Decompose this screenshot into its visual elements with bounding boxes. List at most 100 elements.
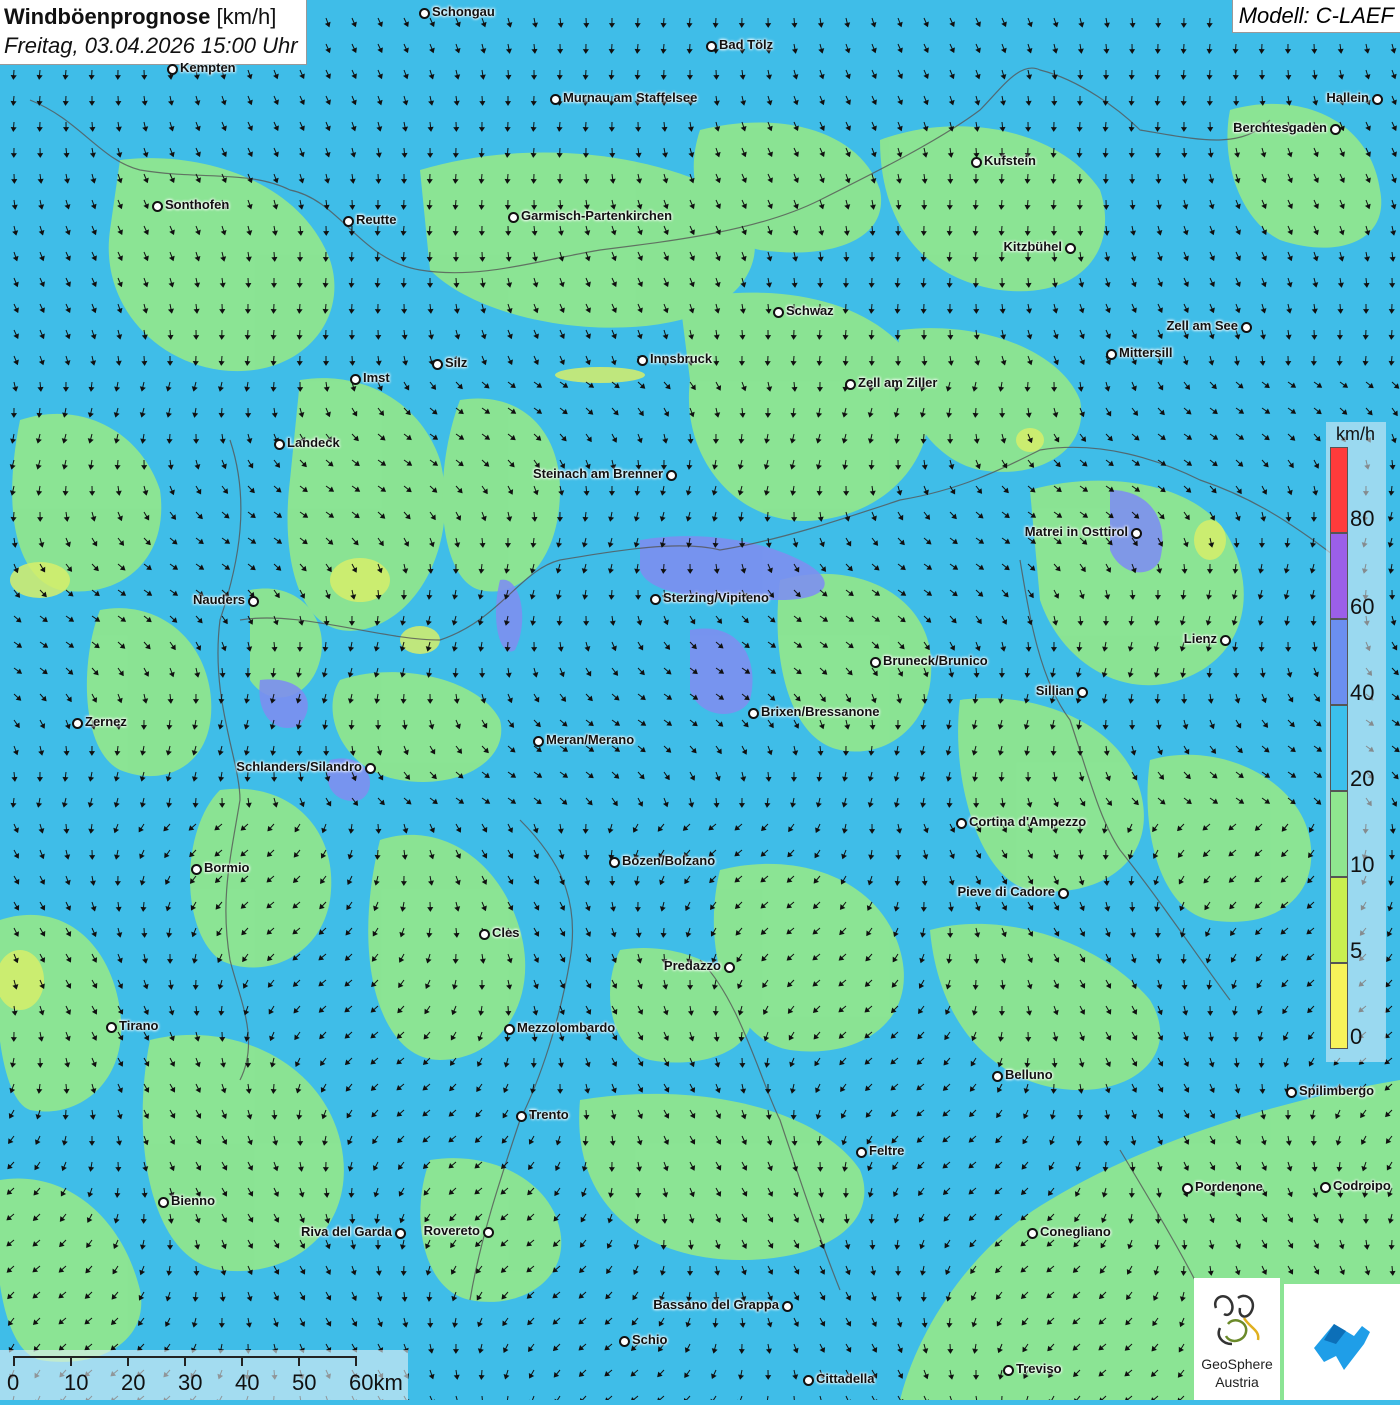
city-label[interactable]: Imst xyxy=(363,370,390,385)
geosphere-logo[interactable]: GeoSphere Austria xyxy=(1194,1278,1280,1400)
city-marker[interactable] xyxy=(706,41,717,52)
city-marker[interactable] xyxy=(516,1111,527,1122)
city-marker[interactable] xyxy=(1320,1182,1331,1193)
city-label[interactable]: Riva del Garda xyxy=(301,1224,392,1239)
city-label[interactable]: Bienno xyxy=(171,1193,215,1208)
city-label[interactable]: Cortina d'Ampezzo xyxy=(969,814,1086,829)
city-marker[interactable] xyxy=(550,94,561,105)
city-label[interactable]: Predazzo xyxy=(664,958,721,973)
city-marker[interactable] xyxy=(773,307,784,318)
city-marker[interactable] xyxy=(72,718,83,729)
city-label[interactable]: Hallein xyxy=(1326,90,1369,105)
city-label[interactable]: Murnau am Staffelsee xyxy=(563,90,697,105)
city-marker[interactable] xyxy=(504,1024,515,1035)
city-marker[interactable] xyxy=(845,379,856,390)
city-label[interactable]: Garmisch-Partenkirchen xyxy=(521,208,672,223)
city-marker[interactable] xyxy=(637,355,648,366)
city-label[interactable]: Kitzbühel xyxy=(1004,239,1063,254)
weather-app-logo[interactable] xyxy=(1284,1284,1400,1400)
city-marker[interactable] xyxy=(1220,635,1231,646)
city-label[interactable]: Sillian xyxy=(1036,683,1074,698)
city-label[interactable]: Innsbruck xyxy=(650,351,712,366)
city-marker[interactable] xyxy=(956,818,967,829)
city-marker[interactable] xyxy=(343,216,354,227)
city-marker[interactable] xyxy=(1077,687,1088,698)
city-marker[interactable] xyxy=(1065,243,1076,254)
city-marker[interactable] xyxy=(992,1071,1003,1082)
city-label[interactable]: Feltre xyxy=(869,1143,904,1158)
city-label[interactable]: Trento xyxy=(529,1107,569,1122)
city-marker[interactable] xyxy=(724,962,735,973)
city-label[interactable]: Spilimbergo xyxy=(1299,1083,1374,1098)
city-label[interactable]: Zell am Ziller xyxy=(858,375,937,390)
city-label[interactable]: Silz xyxy=(445,355,467,370)
city-marker[interactable] xyxy=(619,1336,630,1347)
city-marker[interactable] xyxy=(1027,1228,1038,1239)
city-marker[interactable] xyxy=(533,736,544,747)
city-label[interactable]: Schongau xyxy=(432,4,495,19)
city-label[interactable]: Treviso xyxy=(1016,1361,1062,1376)
city-label[interactable]: Bassano del Grappa xyxy=(653,1297,779,1312)
city-marker[interactable] xyxy=(1330,124,1341,135)
city-label[interactable]: Conegliano xyxy=(1040,1224,1111,1239)
city-marker[interactable] xyxy=(432,359,443,370)
city-label[interactable]: Schlanders/Silandro xyxy=(236,759,362,774)
city-marker[interactable] xyxy=(856,1147,867,1158)
city-marker[interactable] xyxy=(158,1197,169,1208)
city-label[interactable]: Schio xyxy=(632,1332,667,1347)
city-label[interactable]: Cittadella xyxy=(816,1371,875,1386)
city-label[interactable]: Zernez xyxy=(85,714,127,729)
city-marker[interactable] xyxy=(191,864,202,875)
city-label[interactable]: Bad Tölz xyxy=(719,37,773,52)
city-label[interactable]: Zell am See xyxy=(1166,318,1238,333)
city-label[interactable]: Matrei in Osttirol xyxy=(1025,524,1128,539)
city-label[interactable]: Meran/Merano xyxy=(546,732,634,747)
city-label[interactable]: Mittersill xyxy=(1119,345,1172,360)
city-label[interactable]: Sonthofen xyxy=(165,197,229,212)
city-label[interactable]: Sterzing/Vipiteno xyxy=(663,590,769,605)
city-marker[interactable] xyxy=(782,1301,793,1312)
city-marker[interactable] xyxy=(350,374,361,385)
city-label[interactable]: Pordenone xyxy=(1195,1179,1263,1194)
city-label[interactable]: Lienz xyxy=(1184,631,1217,646)
city-marker[interactable] xyxy=(650,594,661,605)
city-marker[interactable] xyxy=(152,201,163,212)
city-label[interactable]: Mezzolombardo xyxy=(517,1020,615,1035)
city-marker[interactable] xyxy=(1131,528,1142,539)
city-label[interactable]: Nauders xyxy=(193,592,245,607)
city-marker[interactable] xyxy=(666,470,677,481)
city-marker[interactable] xyxy=(167,64,178,75)
city-label[interactable]: Rovereto xyxy=(424,1223,480,1238)
city-marker[interactable] xyxy=(419,8,430,19)
city-label[interactable]: Cles xyxy=(492,925,519,940)
city-label[interactable]: Kempten xyxy=(180,60,236,75)
city-label[interactable]: Bormio xyxy=(204,860,250,875)
city-marker[interactable] xyxy=(248,596,259,607)
city-marker[interactable] xyxy=(870,657,881,668)
city-label[interactable]: Codroipo xyxy=(1333,1178,1391,1193)
city-marker[interactable] xyxy=(1003,1365,1014,1376)
city-marker[interactable] xyxy=(395,1228,406,1239)
city-label[interactable]: Tirano xyxy=(119,1018,159,1033)
city-label[interactable]: Bruneck/Brunico xyxy=(883,653,988,668)
city-marker[interactable] xyxy=(365,763,376,774)
city-marker[interactable] xyxy=(748,708,759,719)
city-label[interactable]: Bozen/Bolzano xyxy=(622,853,715,868)
city-marker[interactable] xyxy=(1058,888,1069,899)
city-marker[interactable] xyxy=(508,212,519,223)
city-label[interactable]: Landeck xyxy=(287,435,340,450)
city-label[interactable]: Kufstein xyxy=(984,153,1036,168)
city-marker[interactable] xyxy=(803,1375,814,1386)
city-label[interactable]: Steinach am Brenner xyxy=(533,466,663,481)
city-marker[interactable] xyxy=(971,157,982,168)
city-label[interactable]: Berchtesgaden xyxy=(1233,120,1327,135)
city-label[interactable]: Brixen/Bressanone xyxy=(761,704,880,719)
city-marker[interactable] xyxy=(106,1022,117,1033)
city-marker[interactable] xyxy=(1286,1087,1297,1098)
city-marker[interactable] xyxy=(609,857,620,868)
city-label[interactable]: Reutte xyxy=(356,212,396,227)
city-marker[interactable] xyxy=(1182,1183,1193,1194)
city-marker[interactable] xyxy=(479,929,490,940)
city-label[interactable]: Schwaz xyxy=(786,303,834,318)
city-marker[interactable] xyxy=(483,1227,494,1238)
